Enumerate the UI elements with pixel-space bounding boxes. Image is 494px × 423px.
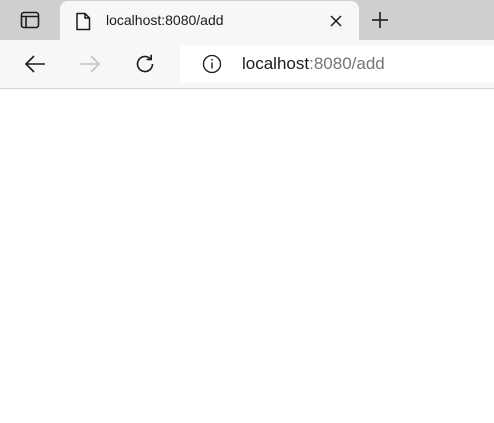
page-content (0, 89, 494, 423)
url-path: :8080/add (309, 54, 385, 73)
tab-strip: localhost:8080/add (0, 0, 494, 40)
tab-actions-icon (20, 11, 40, 29)
arrow-right-icon (79, 54, 101, 74)
new-tab-button[interactable] (366, 6, 394, 34)
browser-window: localhost:8080/add localhost:8080/add (0, 0, 494, 423)
info-icon[interactable] (202, 54, 222, 74)
url-host: localhost (242, 54, 310, 73)
forward-button[interactable] (75, 50, 105, 78)
tab-title: localhost:8080/add (106, 12, 224, 28)
tab-close-button[interactable] (324, 9, 348, 33)
tab-active[interactable]: localhost:8080/add (60, 1, 359, 40)
url-text[interactable]: localhost:8080/add (242, 54, 385, 74)
back-button[interactable] (20, 50, 50, 78)
tab-actions-button[interactable] (8, 6, 52, 34)
refresh-button[interactable] (130, 50, 160, 78)
page-icon (74, 11, 92, 31)
arrow-left-icon (24, 54, 46, 74)
plus-icon (371, 11, 389, 29)
close-icon (330, 15, 342, 27)
address-bar[interactable]: localhost:8080/add (180, 45, 494, 83)
refresh-icon (134, 53, 156, 75)
navigation-toolbar: localhost:8080/add (0, 40, 494, 89)
